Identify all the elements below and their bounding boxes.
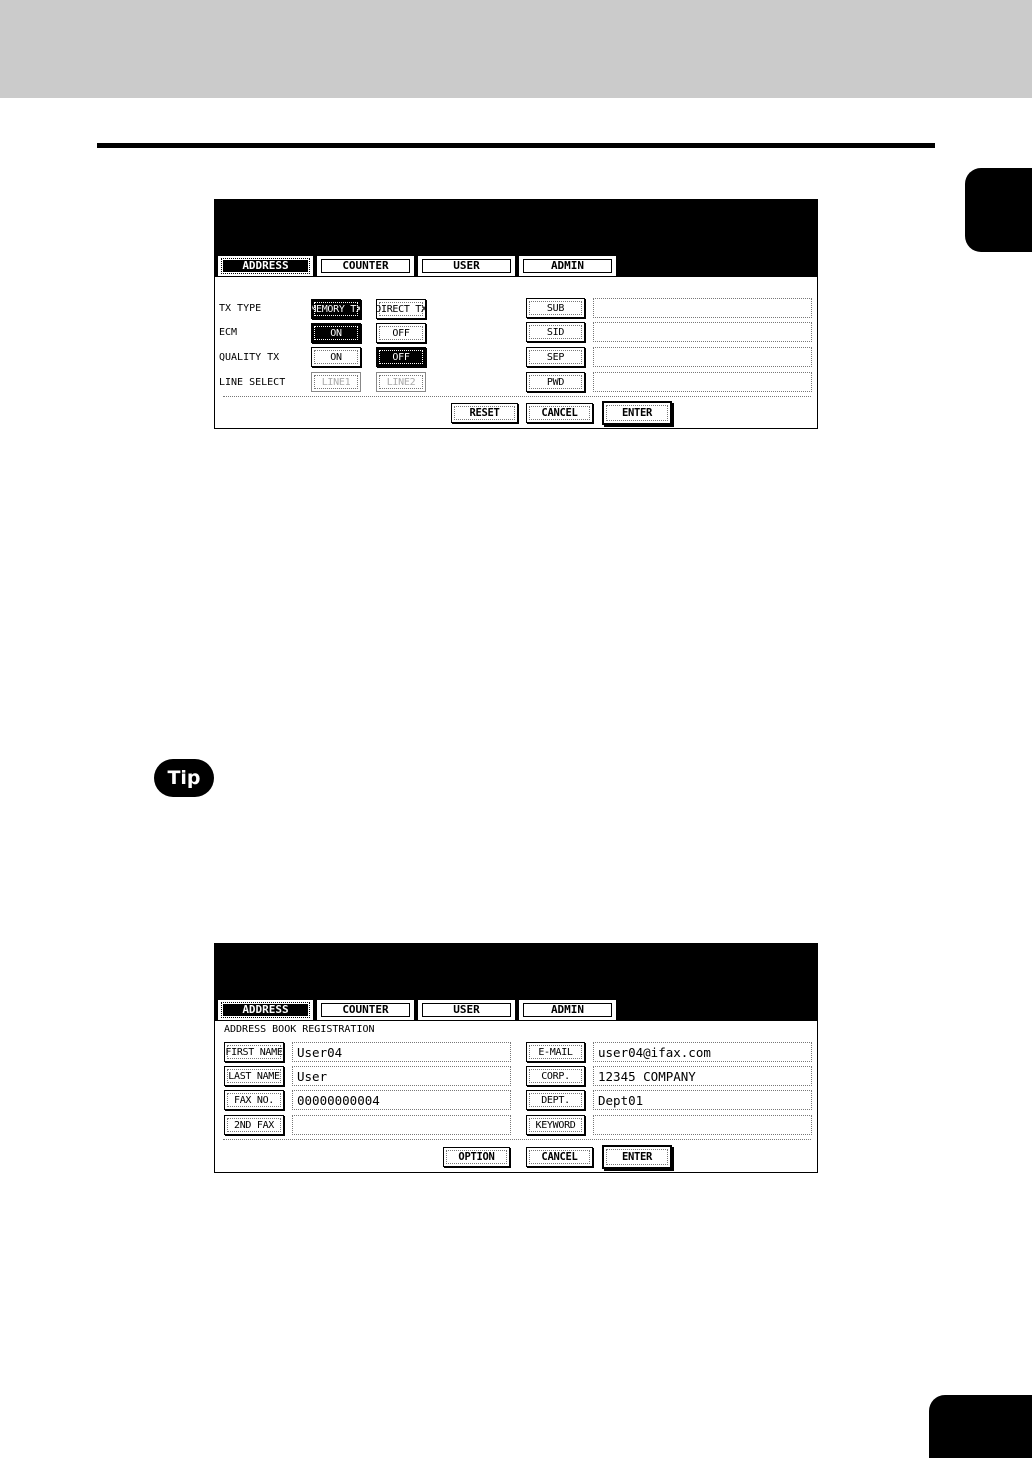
sep-button[interactable]: SEP <box>526 347 585 367</box>
tab-admin[interactable]: ADMIN <box>519 256 616 276</box>
tab-user[interactable]: USER <box>418 1000 515 1020</box>
fax-option-screen: ADDRESS COUNTER USER ADMIN TX TYPE ECM Q… <box>214 199 818 429</box>
tab-address[interactable]: ADDRESS <box>218 1000 313 1020</box>
tx-type-label: TX TYPE <box>219 303 262 314</box>
address-book-registration-screen: ADDRESS COUNTER USER ADMIN ADDRESS BOOK … <box>214 943 818 1173</box>
ecm-off-button[interactable]: OFF <box>376 323 426 343</box>
page-number-tab <box>929 1395 1032 1458</box>
chapter-tab <box>965 168 1032 252</box>
corp-field[interactable]: 12345 COMPANY <box>593 1066 812 1086</box>
dept-button[interactable]: DEPT. <box>526 1090 585 1110</box>
first-name-button[interactable]: FIRST NAME <box>224 1042 284 1062</box>
dept-field[interactable]: Dept01 <box>593 1090 812 1110</box>
sid-field[interactable] <box>593 322 812 342</box>
tip-badge: Tip <box>154 759 214 797</box>
corp-button[interactable]: CORP. <box>526 1066 585 1086</box>
divider <box>223 396 811 397</box>
sep-field[interactable] <box>593 347 812 367</box>
reset-button[interactable]: RESET <box>451 403 518 423</box>
section-rule <box>97 143 935 148</box>
sub-button[interactable]: SUB <box>526 298 585 318</box>
pwd-button[interactable]: PWD <box>526 372 585 392</box>
keyword-field[interactable] <box>593 1115 812 1135</box>
sid-button[interactable]: SID <box>526 322 585 342</box>
fax-no-field[interactable]: 00000000004 <box>292 1090 511 1110</box>
tab-user[interactable]: USER <box>418 256 515 276</box>
line2-button[interactable]: LINE2 <box>376 372 426 392</box>
tab-counter[interactable]: COUNTER <box>317 256 414 276</box>
email-button[interactable]: E-MAIL <box>526 1042 585 1062</box>
quality-tx-label: QUALITY TX <box>219 352 280 363</box>
header-band <box>0 0 1032 98</box>
direct-tx-button[interactable]: DIRECT TX <box>376 299 426 319</box>
second-fax-field[interactable] <box>292 1115 511 1135</box>
registration-heading: ADDRESS BOOK REGISTRATION <box>224 1024 375 1035</box>
pwd-field[interactable] <box>593 372 812 392</box>
quality-on-button[interactable]: ON <box>311 347 361 367</box>
tab-address[interactable]: ADDRESS <box>218 256 313 276</box>
email-field[interactable]: user04@ifax.com <box>593 1042 812 1062</box>
divider <box>223 1139 811 1140</box>
memory-tx-button[interactable]: MEMORY TX <box>311 299 361 319</box>
last-name-field[interactable]: User <box>292 1066 511 1086</box>
first-name-field[interactable]: User04 <box>292 1042 511 1062</box>
second-fax-button[interactable]: 2ND FAX <box>224 1115 284 1135</box>
sub-field[interactable] <box>593 298 812 318</box>
tab-admin[interactable]: ADMIN <box>519 1000 616 1020</box>
ecm-label: ECM <box>219 327 238 338</box>
cancel-button[interactable]: CANCEL <box>526 403 593 423</box>
option-button[interactable]: OPTION <box>443 1147 510 1167</box>
tab-counter[interactable]: COUNTER <box>317 1000 414 1020</box>
enter-button[interactable]: ENTER <box>602 401 672 425</box>
ecm-on-button[interactable]: ON <box>311 323 361 343</box>
quality-off-button[interactable]: OFF <box>376 347 426 367</box>
fax-no-button[interactable]: FAX NO. <box>224 1090 284 1110</box>
keyword-button[interactable]: KEYWORD <box>526 1115 585 1135</box>
line-select-label: LINE SELECT <box>219 377 286 388</box>
cancel-button[interactable]: CANCEL <box>526 1147 593 1167</box>
last-name-button[interactable]: LAST NAME <box>224 1066 284 1086</box>
enter-button[interactable]: ENTER <box>602 1145 672 1169</box>
line1-button[interactable]: LINE1 <box>311 372 361 392</box>
